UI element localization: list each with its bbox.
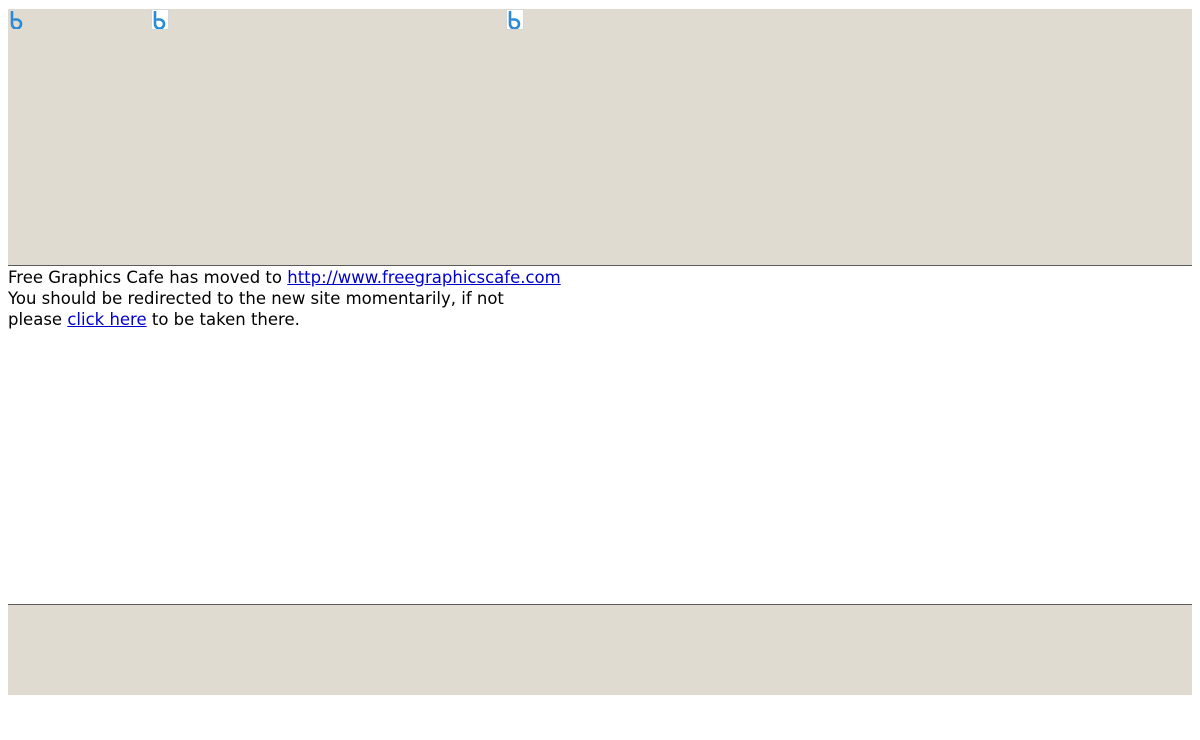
moved-line: Free Graphics Cafe has moved to http://w… xyxy=(8,267,568,288)
redirect-notice: You should be redirected to the new site… xyxy=(8,289,504,308)
moved-text: Free Graphics Cafe has moved to xyxy=(8,268,288,287)
header-banner xyxy=(8,9,1192,266)
broken-image-icon xyxy=(8,9,26,30)
click-here-link[interactable]: click here xyxy=(67,310,146,329)
broken-image-icon xyxy=(506,9,524,30)
click-here-line: please click here to be taken there. xyxy=(8,309,568,330)
footer-banner xyxy=(8,604,1192,695)
broken-image-icon xyxy=(151,9,169,30)
new-site-link[interactable]: http://www.freegraphicscafe.com xyxy=(287,268,560,287)
taken-there-text: to be taken there. xyxy=(146,310,300,329)
please-text: please xyxy=(8,310,68,329)
redirect-message: Free Graphics Cafe has moved to http://w… xyxy=(8,267,568,330)
